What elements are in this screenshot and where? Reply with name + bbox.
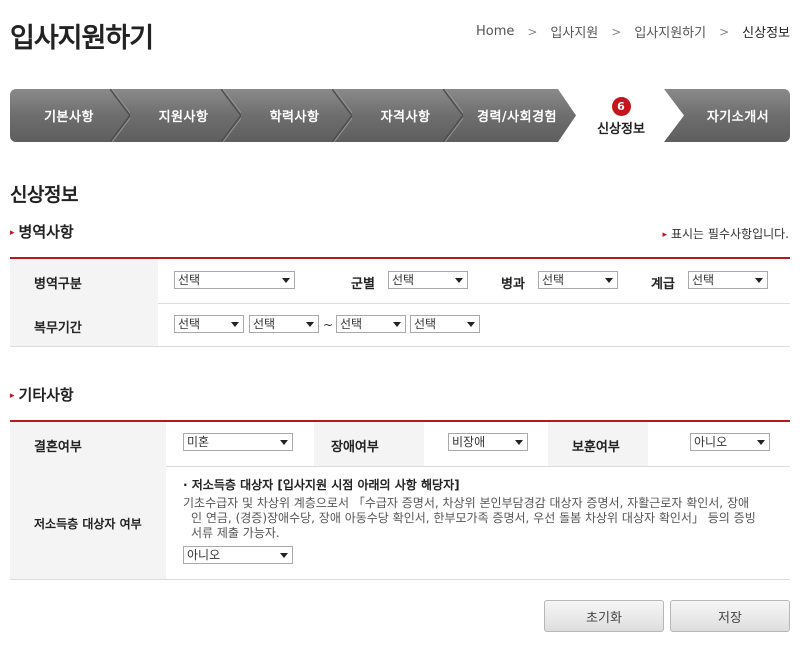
required-note-text: 표시는 필수사항입니다. — [670, 227, 789, 241]
specialty-select[interactable]: 선택 — [538, 271, 618, 289]
breadcrumb: Home > 입사지원 > 입사지원하기 > 신상정보 — [476, 22, 790, 41]
dropdown-arrow-icon — [455, 278, 463, 283]
step-cover-letter[interactable]: 자기소개서 — [686, 89, 790, 142]
chevron-right-icon: > — [719, 24, 730, 39]
dropdown-arrow-icon — [393, 322, 401, 327]
select-value: 선택 — [392, 273, 415, 287]
select-value: 선택 — [178, 317, 201, 331]
low-income-desc-line-2: 인 연금, (경증)장애수당, 장애 아동수당 확인서, 한부모가족 증명서, … — [191, 511, 756, 525]
label-veteran: 보훈여부 — [572, 440, 620, 455]
dropdown-arrow-icon — [280, 553, 288, 558]
low-income-desc-line-1: 기초수급자 및 차상위 계층으로서 「수급자 증명서, 차상위 본인부담경감 대… — [183, 496, 750, 510]
select-value: 선택 — [178, 273, 201, 287]
married-select[interactable]: 미혼 — [183, 433, 293, 451]
breadcrumb-apply[interactable]: 입사지원 — [550, 22, 598, 41]
save-button[interactable]: 저장 — [670, 600, 790, 632]
step-education[interactable]: 학력사항 — [239, 89, 350, 142]
bullet-icon: ▸ — [10, 390, 15, 401]
select-value: 미혼 — [187, 435, 210, 449]
required-note: ▸ 표시는 필수사항입니다. — [662, 225, 789, 242]
step-application[interactable]: 지원사항 — [128, 89, 239, 142]
low-income-select[interactable]: 아니오 — [183, 546, 293, 564]
other-title-text: 기타사항 — [18, 386, 74, 404]
label-disability: 장애여부 — [331, 440, 379, 455]
breadcrumb-apply-now[interactable]: 입사지원하기 — [634, 22, 706, 41]
dropdown-arrow-icon — [231, 322, 239, 327]
header-cell — [10, 303, 158, 346]
step-personal-info[interactable]: 6 신상정보 — [558, 89, 684, 142]
dropdown-arrow-icon — [515, 440, 523, 445]
service-start-month-select[interactable]: 선택 — [249, 315, 319, 333]
select-value: 선택 — [340, 317, 363, 331]
military-row-2: 복무기간 선택 선택 ~ 선택 선택 — [10, 303, 790, 347]
breadcrumb-home[interactable]: Home — [476, 24, 514, 39]
low-income-heading: · 저소득층 대상자 [입사지원 시점 아래의 사항 해당자] — [183, 478, 460, 492]
header-cell — [10, 259, 158, 303]
step-certification[interactable]: 자격사항 — [350, 89, 461, 142]
select-value: 선택 — [692, 273, 715, 287]
military-table: 병역구분 선택 군별 선택 병과 선택 계급 선택 복무기간 선택 선택 ~ 선… — [10, 257, 790, 347]
dropdown-arrow-icon — [282, 278, 290, 283]
label-low-income: 저소득층 대상자 여부 — [34, 517, 142, 531]
breadcrumb-current: 신상정보 — [742, 26, 790, 41]
label-branch: 군별 — [351, 277, 375, 292]
select-value: 아니오 — [694, 435, 728, 449]
dropdown-arrow-icon — [467, 322, 475, 327]
service-end-month-select[interactable]: 선택 — [410, 315, 480, 333]
other-row-2: 저소득층 대상자 여부 · 저소득층 대상자 [입사지원 시점 아래의 사항 해… — [10, 466, 790, 580]
period-separator: ~ — [323, 318, 334, 332]
branch-select[interactable]: 선택 — [388, 271, 468, 289]
other-row-1: 결혼여부 미혼 장애여부 비장애 보훈여부 아니오 — [10, 422, 790, 467]
other-table: 결혼여부 미혼 장애여부 비장애 보훈여부 아니오 저소득층 대상자 여부 · … — [10, 420, 790, 580]
dropdown-arrow-icon — [755, 278, 763, 283]
label-rank: 계급 — [651, 277, 675, 292]
other-section-title: ▸ 기타사항 — [10, 384, 74, 405]
section-title: 신상정보 — [10, 184, 78, 206]
label-military-category: 병역구분 — [34, 277, 82, 292]
step-career[interactable]: 경력/사회경험 — [461, 89, 573, 142]
dropdown-arrow-icon — [280, 440, 288, 445]
dropdown-arrow-icon — [605, 278, 613, 283]
label-married: 결혼여부 — [34, 440, 82, 455]
select-value: 선택 — [253, 317, 276, 331]
select-value: 아니오 — [187, 548, 221, 562]
military-title-text: 병역사항 — [18, 223, 74, 241]
step-basic-info[interactable]: 기본사항 — [10, 89, 128, 142]
chevron-right-icon: > — [611, 24, 622, 39]
military-category-select[interactable]: 선택 — [174, 271, 295, 289]
veteran-select[interactable]: 아니오 — [690, 433, 770, 451]
dropdown-arrow-icon — [306, 322, 314, 327]
military-section-title: ▸ 병역사항 — [10, 221, 74, 242]
low-income-desc-line-3: 서류 제출 가능자. — [191, 526, 280, 540]
disability-select[interactable]: 비장애 — [448, 433, 528, 451]
military-row-1: 병역구분 선택 군별 선택 병과 선택 계급 선택 — [10, 259, 790, 304]
service-start-year-select[interactable]: 선택 — [174, 315, 244, 333]
step-active-label: 신상정보 — [597, 121, 645, 137]
step-bar: 기본사항 지원사항 학력사항 자격사항 경력/사회경험 6 신상정보 자기소개서 — [10, 89, 790, 142]
service-end-year-select[interactable]: 선택 — [336, 315, 406, 333]
dropdown-arrow-icon — [757, 440, 765, 445]
select-value: 선택 — [414, 317, 437, 331]
label-service-period: 복무기간 — [34, 321, 82, 336]
page-title: 입사지원하기 — [10, 23, 154, 54]
select-value: 선택 — [542, 273, 565, 287]
chevron-right-icon: > — [527, 24, 538, 39]
bullet-icon: ▸ — [10, 227, 15, 238]
step-number-badge: 6 — [611, 96, 631, 116]
reset-button[interactable]: 초기화 — [544, 600, 664, 632]
required-bullet-icon: ▸ — [662, 229, 667, 240]
label-specialty: 병과 — [501, 277, 525, 292]
rank-select[interactable]: 선택 — [688, 271, 768, 289]
select-value: 비장애 — [452, 435, 486, 449]
